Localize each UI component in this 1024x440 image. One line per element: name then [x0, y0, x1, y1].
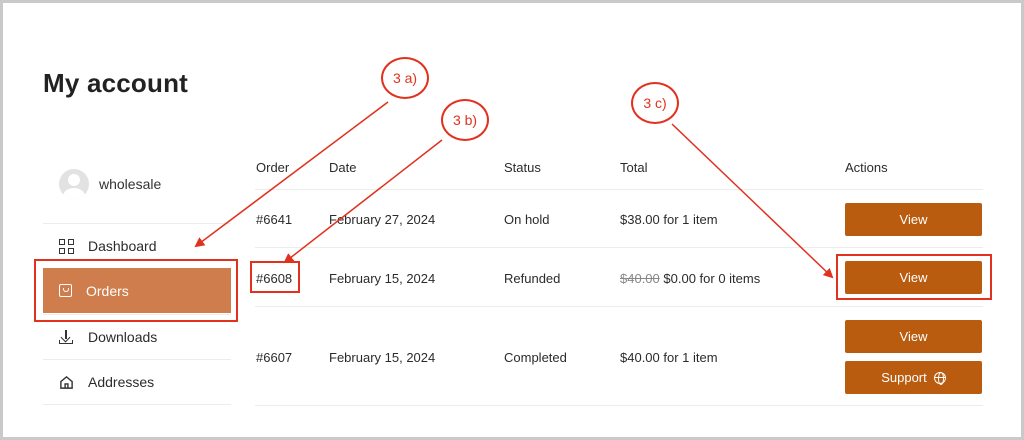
order-date: February 15, 2024	[329, 350, 436, 365]
sidebar-item-label: Downloads	[88, 329, 158, 345]
annotation-badge-3b: 3 b)	[441, 99, 489, 141]
annotation-badge-3a: 3 a)	[381, 57, 429, 99]
sidebar-item-label: Addresses	[88, 374, 155, 390]
order-total: $38.00 for 1 item	[620, 212, 718, 227]
row-divider	[255, 189, 983, 190]
avatar	[59, 169, 89, 199]
annotation-badge-3c: 3 c)	[631, 82, 679, 124]
view-order-button[interactable]: View	[845, 203, 982, 236]
order-date: February 15, 2024	[329, 271, 436, 286]
column-header-actions: Actions	[845, 160, 888, 175]
sidebar-divider	[43, 404, 231, 405]
order-total: $40.00 $0.00 for 0 items	[620, 271, 760, 286]
sidebar-item-label: Dashboard	[88, 238, 157, 254]
sidebar-item-addresses[interactable]: Addresses	[43, 359, 231, 404]
order-status: On hold	[504, 212, 550, 227]
view-order-button[interactable]: View	[845, 320, 982, 353]
download-icon	[59, 329, 74, 345]
order-status: Completed	[504, 350, 567, 365]
support-button[interactable]: Support	[845, 361, 982, 394]
row-divider	[255, 247, 983, 248]
column-header-date: Date	[329, 160, 357, 175]
username: wholesale	[99, 176, 162, 192]
column-header-status: Status	[504, 160, 541, 175]
annotation-box-view-button	[836, 254, 992, 300]
order-date: February 27, 2024	[329, 212, 436, 227]
order-number-link[interactable]: #6607	[256, 350, 292, 365]
refunded-total: $0.00 for 0 items	[663, 271, 761, 286]
column-header-total: Total	[620, 160, 648, 175]
order-number-link[interactable]: #6641	[256, 212, 292, 227]
globe-icon	[933, 371, 946, 385]
annotation-box-orders	[34, 259, 238, 322]
user-profile: wholesale	[59, 169, 161, 199]
column-header-order: Order	[256, 160, 290, 175]
order-status: Refunded	[504, 271, 561, 286]
support-button-label: Support	[881, 370, 927, 385]
original-total: $40.00	[620, 271, 660, 286]
row-divider	[255, 405, 983, 406]
annotation-box-order-number	[250, 261, 300, 293]
page-title: My account	[43, 68, 189, 98]
order-total: $40.00 for 1 item	[620, 350, 718, 365]
home-icon	[60, 375, 73, 389]
row-divider	[255, 306, 983, 307]
dashboard-icon	[59, 238, 74, 254]
